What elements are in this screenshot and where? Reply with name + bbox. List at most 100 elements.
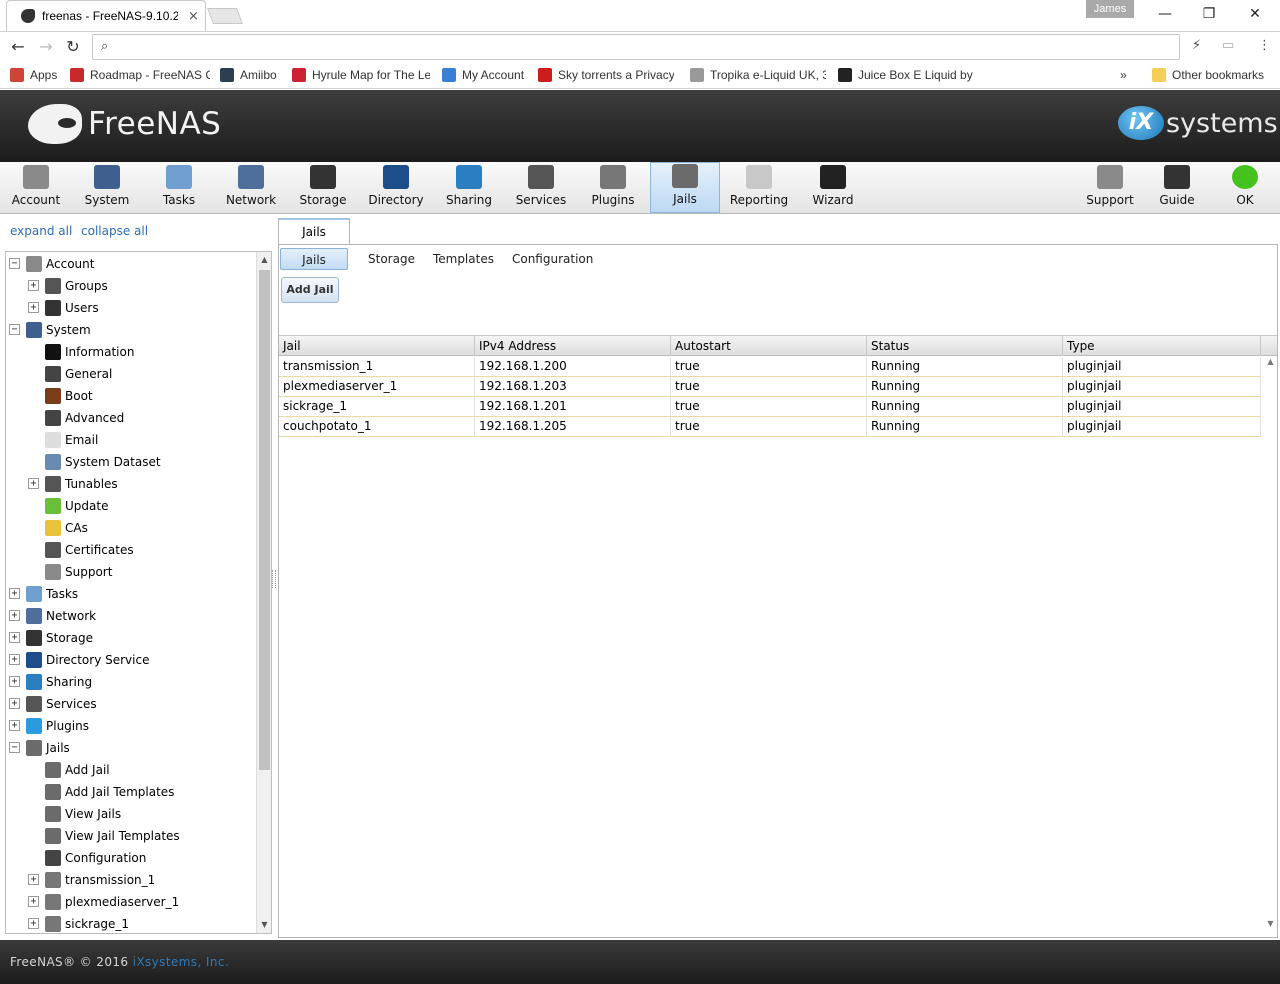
toolbar-guide-button[interactable]: Guide [1148, 162, 1206, 213]
tree-item-directory-service[interactable]: Directory Service [26, 650, 149, 670]
bookmark-sky-torrents[interactable]: Sky torrents a Privacy [538, 67, 674, 83]
tree-item-email[interactable]: Email [45, 430, 98, 450]
table-row[interactable]: couchpotato_1 192.168.1.205 true Running plu… [279, 417, 1261, 437]
tree-item-boot[interactable]: Boot [45, 386, 93, 406]
toolbar-system-button[interactable]: System [74, 162, 140, 213]
browser-menu-icon[interactable]: ⋮ [1258, 38, 1271, 53]
bookmark-juice-box[interactable]: Juice Box E Liquid by C [838, 67, 976, 83]
toolbar-jails-button[interactable]: Jails [650, 162, 720, 213]
column-header-type[interactable]: Type [1063, 336, 1261, 356]
tree-toggle-collapse-icon[interactable]: − [9, 742, 20, 753]
column-header-ipv4[interactable]: IPv4 Address [475, 336, 671, 356]
tree-item-certificates[interactable]: Certificates [45, 540, 134, 560]
tree-item-account[interactable]: Account [26, 254, 94, 274]
browser-tab-freenas[interactable]: freenas - FreeNAS-9.10.2 × [6, 0, 206, 31]
tree-toggle-expand-icon[interactable]: + [28, 896, 39, 907]
tree-item-view-jails[interactable]: View Jails [45, 804, 121, 824]
tree-item-system[interactable]: System [26, 320, 91, 340]
tree-item-general[interactable]: General [45, 364, 112, 384]
collapse-all-link[interactable]: collapse all [81, 224, 148, 238]
scroll-down-icon[interactable]: ▼ [1263, 919, 1278, 933]
forward-arrow-icon[interactable]: → [37, 38, 55, 56]
table-row[interactable]: transmission_1 192.168.1.200 true Running pl… [279, 357, 1261, 377]
table-scrollbar[interactable]: ▲ ▼ [1263, 357, 1278, 933]
tree-item-cas[interactable]: CAs [45, 518, 88, 538]
subtab-storage[interactable]: Storage [360, 248, 423, 270]
toolbar-reporting-button[interactable]: Reporting [724, 162, 794, 213]
tree-toggle-expand-icon[interactable]: + [28, 302, 39, 313]
tree-item-transmission-1[interactable]: transmission_1 [45, 870, 155, 890]
bookmark-hyrule-map[interactable]: Hyrule Map for The Le [292, 67, 430, 83]
new-tab-button[interactable] [207, 8, 243, 24]
scroll-down-icon[interactable]: ▼ [257, 917, 271, 933]
tree-toggle-expand-icon[interactable]: + [28, 280, 39, 291]
toolbar-directory-button[interactable]: Directory [362, 162, 430, 213]
minimize-button[interactable]: — [1153, 4, 1177, 24]
bookmarks-overflow-button[interactable]: » [1120, 67, 1134, 83]
toolbar-account-button[interactable]: Account [2, 162, 70, 213]
tree-item-advanced[interactable]: Advanced [45, 408, 124, 428]
other-bookmarks[interactable]: Other bookmarks [1152, 67, 1272, 83]
tree-item-plugins[interactable]: Plugins [26, 716, 89, 736]
tree-item-plexmediaserver-1[interactable]: plexmediaserver_1 [45, 892, 179, 912]
tree-item-network[interactable]: Network [26, 606, 96, 626]
toolbar-status-ok-button[interactable]: OK [1214, 162, 1276, 213]
tree-scrollbar[interactable]: ▲ ▼ [256, 252, 271, 933]
bookmark-tropika[interactable]: Tropika e-Liquid UK, 3 [690, 67, 826, 83]
tree-item-tasks[interactable]: Tasks [26, 584, 78, 604]
toolbar-tasks-button[interactable]: Tasks [146, 162, 212, 213]
tree-toggle-expand-icon[interactable]: + [9, 610, 20, 621]
tab-jails-outer[interactable]: Jails [278, 218, 350, 245]
tree-toggle-expand-icon[interactable]: + [9, 698, 20, 709]
close-tab-icon[interactable]: × [188, 9, 199, 24]
scroll-up-icon[interactable]: ▲ [257, 252, 271, 268]
tree-scrollbar-thumb[interactable] [259, 270, 270, 770]
scroll-up-icon[interactable]: ▲ [1263, 357, 1278, 371]
tree-toggle-expand-icon[interactable]: + [9, 654, 20, 665]
tree-toggle-expand-icon[interactable]: + [28, 478, 39, 489]
tree-item-add-jail[interactable]: Add Jail [45, 760, 110, 780]
bookmark-roadmap[interactable]: Roadmap - FreeNAS C [70, 67, 210, 83]
tree-item-services[interactable]: Services [26, 694, 97, 714]
subtab-configuration[interactable]: Configuration [504, 248, 601, 270]
profile-badge[interactable]: James [1086, 0, 1134, 18]
pane-splitter-handle[interactable] [272, 570, 276, 588]
tree-toggle-collapse-icon[interactable]: − [9, 258, 20, 269]
column-header-autostart[interactable]: Autostart [671, 336, 867, 356]
table-row[interactable]: plexmediaserver_1 192.168.1.203 true Runnin… [279, 377, 1261, 397]
toolbar-support-button[interactable]: Support [1076, 162, 1144, 213]
tree-item-groups[interactable]: Groups [45, 276, 108, 296]
bookmark-apps[interactable]: Apps [10, 67, 62, 83]
tree-item-add-jail-templates[interactable]: Add Jail Templates [45, 782, 174, 802]
tree-item-users[interactable]: Users [45, 298, 99, 318]
expand-all-link[interactable]: expand all [10, 224, 72, 238]
tree-item-tunables[interactable]: Tunables [45, 474, 118, 494]
tree-item-update[interactable]: Update [45, 496, 108, 516]
tree-item-support[interactable]: Support [45, 562, 112, 582]
column-header-status[interactable]: Status [867, 336, 1063, 356]
bookmark-my-account[interactable]: My Account [442, 67, 530, 83]
toolbar-services-button[interactable]: Services [508, 162, 574, 213]
tree-item-jails[interactable]: Jails [26, 738, 70, 758]
close-window-button[interactable]: ✕ [1243, 4, 1267, 24]
address-bar[interactable]: ⌕ [92, 34, 1180, 60]
tree-item-sickrage-1[interactable]: sickrage_1 [45, 914, 129, 933]
tree-toggle-expand-icon[interactable]: + [9, 676, 20, 687]
table-row[interactable]: sickrage_1 192.168.1.201 true Running plugin… [279, 397, 1261, 417]
tree-toggle-expand-icon[interactable]: + [9, 632, 20, 643]
tree-toggle-expand-icon[interactable]: + [28, 874, 39, 885]
toolbar-plugins-button[interactable]: Plugins [580, 162, 646, 213]
toolbar-network-button[interactable]: Network [218, 162, 284, 213]
add-jail-button[interactable]: Add Jail [281, 277, 339, 303]
extension-bolt-icon[interactable]: ⚡ [1192, 38, 1201, 53]
column-header-jail[interactable]: Jail [279, 336, 475, 356]
subtab-templates[interactable]: Templates [425, 248, 502, 270]
address-input[interactable] [121, 38, 1161, 56]
subtab-jails[interactable]: Jails [280, 248, 348, 270]
tree-item-configuration[interactable]: Configuration [45, 848, 146, 868]
toolbar-sharing-button[interactable]: Sharing [436, 162, 502, 213]
toolbar-wizard-button[interactable]: Wizard [800, 162, 866, 213]
tree-item-storage[interactable]: Storage [26, 628, 93, 648]
tree-item-system-dataset[interactable]: System Dataset [45, 452, 161, 472]
tree-item-information[interactable]: Information [45, 342, 134, 362]
